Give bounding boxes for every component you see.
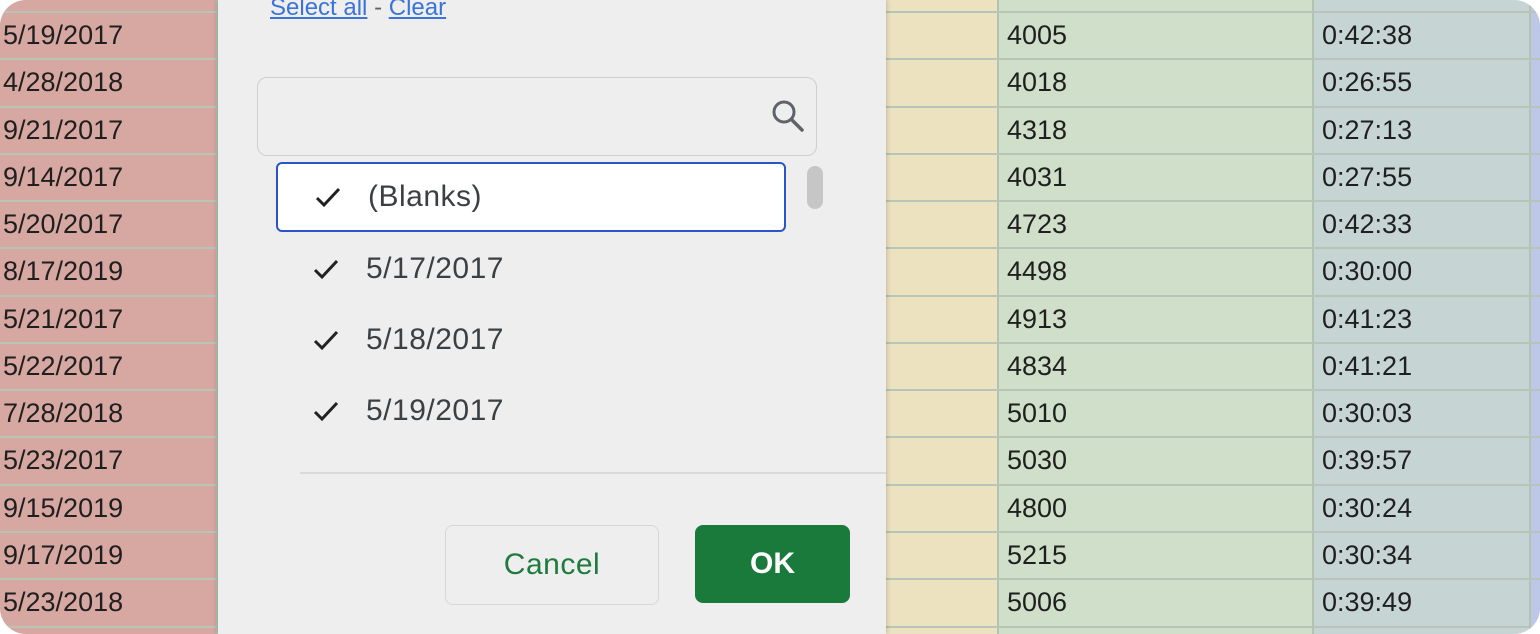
time-cell[interactable]: 0:30:03 <box>1322 390 1412 437</box>
number-cell[interactable]: 5215 <box>1007 532 1067 579</box>
date-cell[interactable]: 5/21/2017 <box>3 296 123 343</box>
time-cell[interactable]: 0:30:34 <box>1322 532 1412 579</box>
number-cell[interactable]: 5030 <box>1007 437 1067 484</box>
date-cell[interactable]: 9/14/2017 <box>3 154 123 201</box>
time-cell[interactable]: 0:30:00 <box>1322 248 1412 295</box>
date-cell[interactable]: 5/23/2018 <box>3 579 123 626</box>
number-cell[interactable]: 4018 <box>1007 59 1067 106</box>
number-cell[interactable]: 4005 <box>1007 12 1067 59</box>
app-frame: 5/19/2017 4005 0:42:38 4/28/2018 4018 0:… <box>0 0 1540 634</box>
date-cell[interactable]: 9/21/2017 <box>3 107 123 154</box>
search-icon[interactable] <box>770 98 806 134</box>
number-cell[interactable]: 4834 <box>1007 343 1067 390</box>
filter-value-item[interactable]: 5/17/2017 <box>276 235 784 303</box>
time-cell[interactable]: 0:27:13 <box>1322 107 1412 154</box>
select-all-link[interactable]: Select all <box>270 0 367 21</box>
number-cell[interactable]: 4031 <box>1007 154 1067 201</box>
filter-search-input[interactable] <box>257 77 817 156</box>
date-cell[interactable]: 5/23/2017 <box>3 437 123 484</box>
date-cell[interactable]: 8/17/2019 <box>3 248 123 295</box>
filter-value-label: 5/19/2017 <box>366 394 504 427</box>
filter-value-item[interactable]: 5/18/2017 <box>276 306 784 374</box>
date-cell[interactable]: 9/17/2019 <box>3 532 123 579</box>
filter-value-label: 5/17/2017 <box>366 252 504 285</box>
number-cell[interactable]: 4913 <box>1007 296 1067 343</box>
number-cell[interactable]: 4723 <box>1007 201 1067 248</box>
cancel-button[interactable]: Cancel <box>445 525 659 605</box>
time-cell[interactable]: 0:42:33 <box>1322 201 1412 248</box>
number-cell[interactable]: 4318 <box>1007 107 1067 154</box>
time-cell[interactable]: 0:26:55 <box>1322 59 1412 106</box>
grid-vline <box>1529 0 1531 634</box>
grid-vline <box>1312 0 1314 634</box>
date-cell[interactable]: 9/15/2019 <box>3 485 123 532</box>
checkmark-icon <box>313 259 339 280</box>
clear-link[interactable]: Clear <box>389 0 446 21</box>
number-cell[interactable]: 5010 <box>1007 390 1067 437</box>
list-scrollbar-thumb[interactable] <box>807 166 823 209</box>
date-cell[interactable]: 5/20/2017 <box>3 201 123 248</box>
dialog-divider <box>300 472 886 474</box>
time-cell[interactable]: 0:39:57 <box>1322 437 1412 484</box>
time-cell[interactable]: 0:30:24 <box>1322 485 1412 532</box>
column-yellow <box>886 0 998 634</box>
date-cell[interactable]: 4/28/2018 <box>3 59 123 106</box>
filter-value-item[interactable]: 5/19/2017 <box>276 377 784 445</box>
filter-by-values-dialog: Select all - Clear (Blanks) 5/17/2017 5/… <box>218 0 886 634</box>
number-cell[interactable]: 4800 <box>1007 485 1067 532</box>
date-cell[interactable]: 5/22/2017 <box>3 343 123 390</box>
link-separator: - <box>374 0 383 21</box>
grid-vline <box>997 0 999 634</box>
checkmark-icon <box>315 187 341 208</box>
column-blue-edge <box>1530 0 1540 634</box>
filter-value-item[interactable]: (Blanks) <box>276 162 786 232</box>
time-cell[interactable]: 0:39:49 <box>1322 579 1412 626</box>
select-links: Select all - Clear <box>270 0 446 22</box>
date-cell[interactable]: 7/28/2018 <box>3 390 123 437</box>
time-cell[interactable]: 0:27:55 <box>1322 154 1412 201</box>
time-cell[interactable]: 0:41:21 <box>1322 343 1412 390</box>
checkmark-icon <box>313 330 339 351</box>
filter-value-label: 5/18/2017 <box>366 323 504 356</box>
ok-button[interactable]: OK <box>695 525 850 603</box>
number-cell[interactable]: 5006 <box>1007 579 1067 626</box>
time-cell[interactable]: 0:41:23 <box>1322 296 1412 343</box>
number-cell[interactable]: 4498 <box>1007 248 1067 295</box>
filter-value-label: (Blanks) <box>368 180 483 213</box>
time-cell[interactable]: 0:42:38 <box>1322 12 1412 59</box>
checkmark-icon <box>313 401 339 422</box>
date-cell[interactable]: 5/19/2017 <box>3 12 123 59</box>
